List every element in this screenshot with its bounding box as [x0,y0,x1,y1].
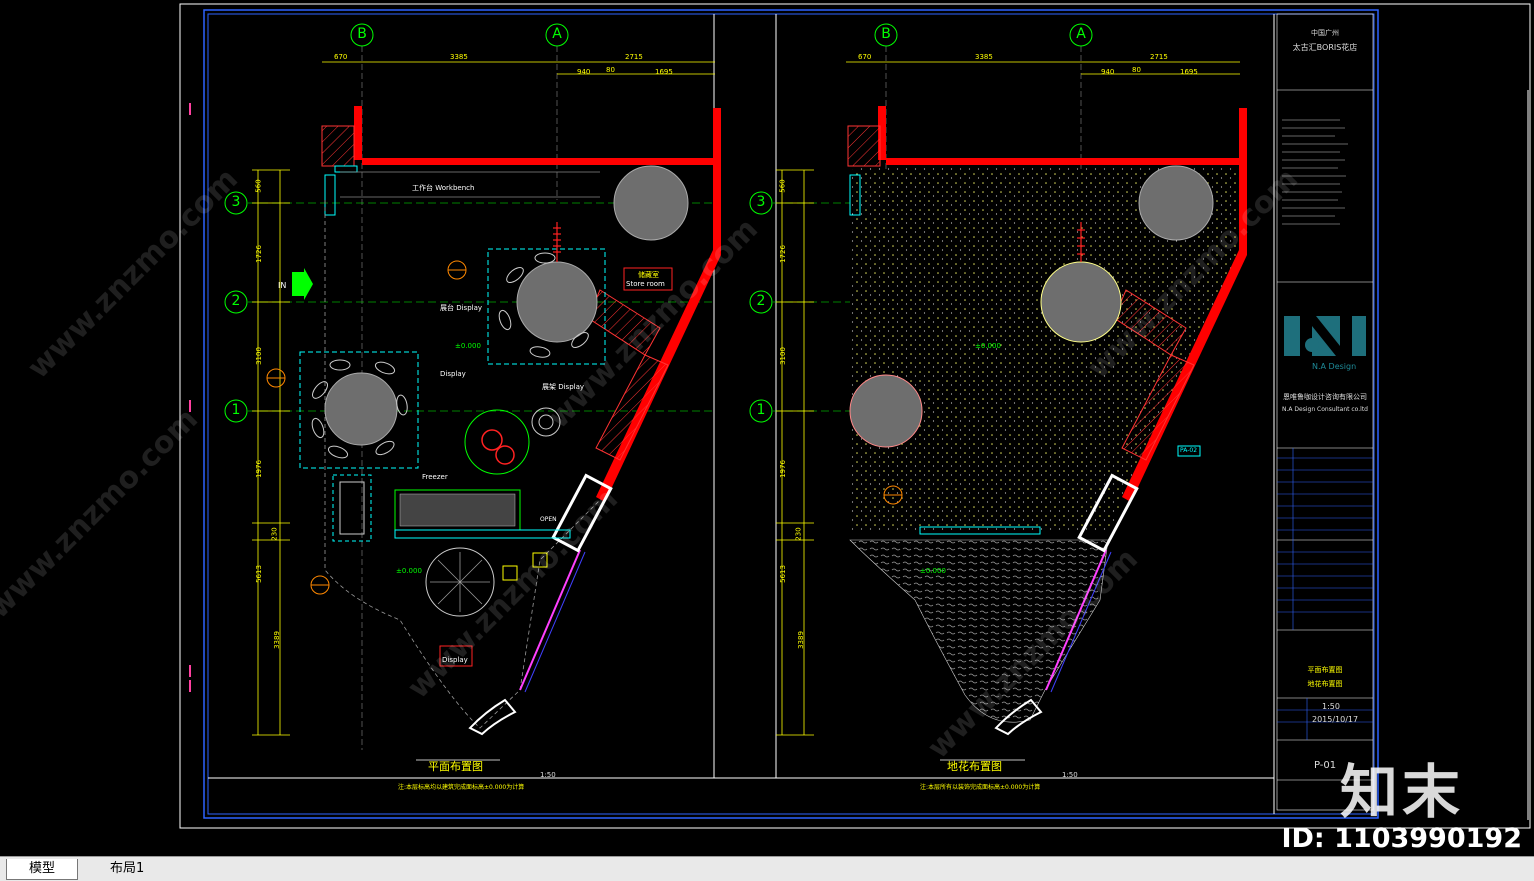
grid-label-3-left: 3 [231,194,241,210]
dim-text: 940 [1101,68,1115,76]
store-room-cn-label: 储藏室 [638,271,659,279]
project-line: 太古汇BORIS花店 [1292,43,1358,52]
grid-label-3-right: 3 [756,194,766,210]
dim-text: 3389 [272,631,281,649]
grid-label-b-left: B [357,26,367,42]
watermark-id: ID: 1103990192 [1281,823,1522,854]
grid-label-a-left: A [552,26,562,42]
tab-layout1[interactable]: 布局1 [88,859,167,879]
open-label: OPEN [540,516,557,523]
dim-text: 1726 [778,245,787,263]
finish-tag: PA-02 [1180,447,1198,454]
title-block-scale: 1:50 [1322,702,1340,711]
dim-text: 1976 [778,460,787,478]
title-block-date: 2015/10/17 [1312,715,1359,724]
workbench-label: 工作台 Workbench [412,184,475,192]
display-label: 展台 Display [440,304,483,312]
dim-text: 230 [270,527,279,541]
dim-text: 670 [334,53,348,61]
tab-model[interactable]: 模型 [6,859,79,880]
dim-text: 80 [1132,66,1141,74]
freezer-label: Freezer [422,473,448,481]
company-cn: 恩唯鲁咖设计咨询有限公司 [1283,393,1367,401]
grid-label-1-right: 1 [756,402,766,418]
level-label: ±0.000 [920,567,946,575]
right-floor-plan [749,23,1247,761]
dim-text: 230 [794,527,803,541]
dim-text: 3385 [975,53,993,61]
dim-text: 2715 [625,53,643,61]
grid-label-b-right: B [881,26,891,42]
dim-text: 1695 [1180,68,1198,76]
display-label: Display [442,656,468,664]
level-label: ±0.000 [396,567,422,575]
dim-text: 940 [577,68,591,76]
cad-drawing-canvas[interactable]: www.znzmo.com www.znzmo.com www.znzmo.co… [0,0,1534,856]
store-room-label: Store room [626,280,665,288]
dim-text: 1726 [254,245,263,263]
grid-label-a-right: A [1076,26,1086,42]
grid-label-1-left: 1 [231,402,241,418]
dim-text: 5613 [778,565,787,583]
plan-title: 平面布置图 [428,760,483,773]
level-label: ±0.000 [455,342,481,350]
dim-text: 5613 [254,565,263,583]
dim-text: 3389 [796,631,805,649]
grid-label-2-left: 2 [231,293,241,309]
company-logo-text: N.A Design [1312,362,1357,371]
dim-text: 3100 [254,347,263,365]
na-design-logo [1284,316,1366,356]
project-line: 中国广州 [1311,29,1339,37]
dim-text: 670 [858,53,872,61]
dim-text: 2715 [1150,53,1168,61]
company-en: N.A Design Consultant co.ltd [1282,406,1368,413]
drawing-title: 地花布置图 [1307,680,1343,688]
in-label: IN [278,281,287,290]
drawing-sheet: www.znzmo.com www.znzmo.com www.znzmo.co… [0,3,1531,829]
watermark-text: www.znzmo.com [0,402,205,626]
watermark-brand: 知末 [1340,758,1465,826]
plan-note: 注:本层所有以装饰完成面标高±0.000为计算 [920,784,1041,791]
plan-scale: 1:50 [540,771,556,779]
dim-text: 560 [254,179,263,193]
drawing-title: 平面布置图 [1307,666,1343,674]
sheet-number: P-01 [1314,760,1337,771]
display-label: Display [440,370,466,378]
plan-scale: 1:50 [1062,771,1078,779]
dim-text: 80 [606,66,615,74]
display-label: 展架 Display [542,383,585,391]
level-label: ±0.000 [975,342,1001,350]
plan-title: 地花布置图 [947,760,1002,773]
grid-label-2-right: 2 [756,293,766,309]
dim-text: 1976 [254,460,263,478]
layout-tab-bar: 模型 布局1 [0,856,1534,881]
dim-text: 3100 [778,347,787,365]
dim-text: 1695 [655,68,673,76]
dim-text: 3385 [450,53,468,61]
dim-text: 560 [778,179,787,193]
watermark-text: www.znzmo.com [21,162,245,386]
plan-note: 注:本层标高均以建筑完成面标高±0.000为计算 [398,784,525,791]
